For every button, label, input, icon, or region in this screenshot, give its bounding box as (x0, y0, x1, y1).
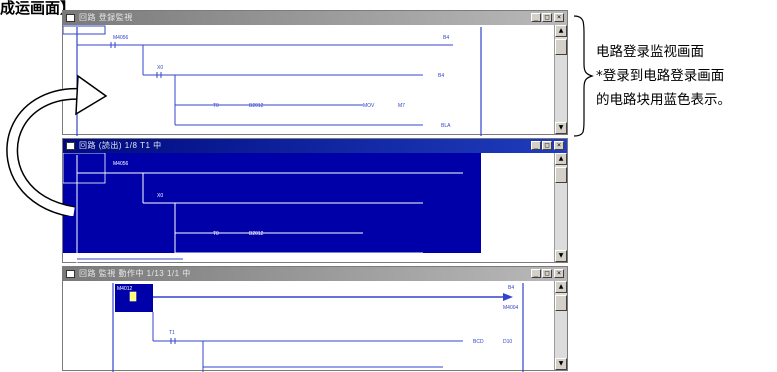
label: X0 (157, 65, 163, 71)
label: T0 (213, 103, 219, 109)
window-titlebar[interactable]: 回路 (読出) 1/8 T1 中 _ □ × (63, 139, 567, 153)
circuit-run-monitor-window[interactable]: 回路 監視 動作中 1/13 1/1 中 _ □ × M4012 B4 M400… (62, 266, 568, 372)
annotation-note: 电路登录监视画面 *登录到电路登录画面 的电路块用蓝色表示。 (596, 40, 731, 112)
label: T0 (213, 231, 219, 237)
label: BLA (441, 123, 451, 129)
label: D10 (503, 339, 512, 345)
curved-arrow-icon (6, 74, 108, 216)
label: M4056 (113, 35, 129, 41)
scroll-up-button[interactable]: ▲ (555, 153, 567, 165)
close-button[interactable]: × (554, 269, 564, 278)
app-icon (66, 270, 75, 278)
circuit-read-window[interactable]: 回路 (読出) 1/8 T1 中 _ □ × M4056 X0 T0 B2012… (62, 138, 568, 264)
note-line-3: 的电路块用蓝色表示。 (596, 92, 731, 108)
maximize-button[interactable]: □ (542, 13, 552, 22)
close-button[interactable]: × (554, 141, 564, 150)
scroll-down-button[interactable]: ▼ (555, 358, 567, 370)
scroll-down-button[interactable]: ▼ (555, 250, 567, 262)
scroll-thumb[interactable] (555, 167, 567, 183)
label: BCD (473, 339, 484, 345)
vertical-scrollbar[interactable]: ▲ ▼ (554, 25, 567, 134)
ladder-area[interactable]: M4012 B4 M4004 T1 BCD D10 (63, 281, 567, 372)
window-titlebar[interactable]: 回路 監視 動作中 1/13 1/1 中 _ □ × (63, 267, 567, 281)
note-line-2: *登录到电路登录画面 (596, 68, 725, 84)
scroll-thumb[interactable] (555, 295, 567, 311)
scroll-thumb[interactable] (555, 39, 567, 55)
window-title: 回路 監視 動作中 1/13 1/1 中 (79, 269, 191, 278)
minimize-button[interactable]: _ (531, 141, 541, 150)
ladder-area[interactable]: M4056 X0 T0 B2012 (63, 153, 567, 264)
label: B2012 (249, 231, 264, 237)
app-icon (66, 14, 75, 22)
label: M7 (398, 103, 405, 109)
ladder-diagram: M4056 X0 T0 B2012 (63, 153, 481, 264)
vertical-scrollbar[interactable]: ▲ ▼ (554, 281, 567, 370)
ladder-diagram: M4056 B4 X0 B4 T0 B2012 MOV M7 BLA (63, 25, 482, 136)
ladder-diagram: M4012 B4 M4004 T1 BCD D10 (112, 283, 524, 372)
minimize-button[interactable]: _ (531, 13, 541, 22)
circuit-monitor-window[interactable]: 回路 登録監視 _ □ × M4056 B4 X0 B4 T0 B2012 MO… (62, 10, 568, 136)
label: B4 (443, 35, 449, 41)
label: X0 (157, 193, 163, 199)
maximize-button[interactable]: □ (542, 269, 552, 278)
label: MOV (363, 103, 375, 109)
window-title: 回路 登録監視 (79, 13, 133, 22)
close-button[interactable]: × (554, 13, 564, 22)
window-titlebar[interactable]: 回路 登録監視 _ □ × (63, 11, 567, 25)
scroll-down-button[interactable]: ▼ (555, 122, 567, 134)
note-line-1: 电路登录监视画面 (596, 44, 704, 60)
selection-frame (63, 25, 106, 35)
scroll-up-button[interactable]: ▲ (555, 25, 567, 37)
maximize-button[interactable]: □ (542, 141, 552, 150)
label: M4004 (503, 305, 519, 311)
label: M4012 (117, 286, 133, 292)
label: T1 (169, 330, 175, 336)
label: B4 (508, 285, 514, 291)
energized-contact (129, 291, 137, 302)
ladder-area[interactable]: M4056 B4 X0 B4 T0 B2012 MOV M7 BLA (63, 25, 567, 136)
vertical-scrollbar[interactable]: ▲ ▼ (554, 153, 567, 262)
coil-arrow (503, 293, 513, 301)
minimize-button[interactable]: _ (531, 269, 541, 278)
label: B4 (438, 73, 444, 79)
brace-icon (573, 15, 594, 137)
label: B2012 (249, 103, 264, 109)
label: M4056 (113, 161, 129, 167)
scroll-up-button[interactable]: ▲ (555, 281, 567, 293)
